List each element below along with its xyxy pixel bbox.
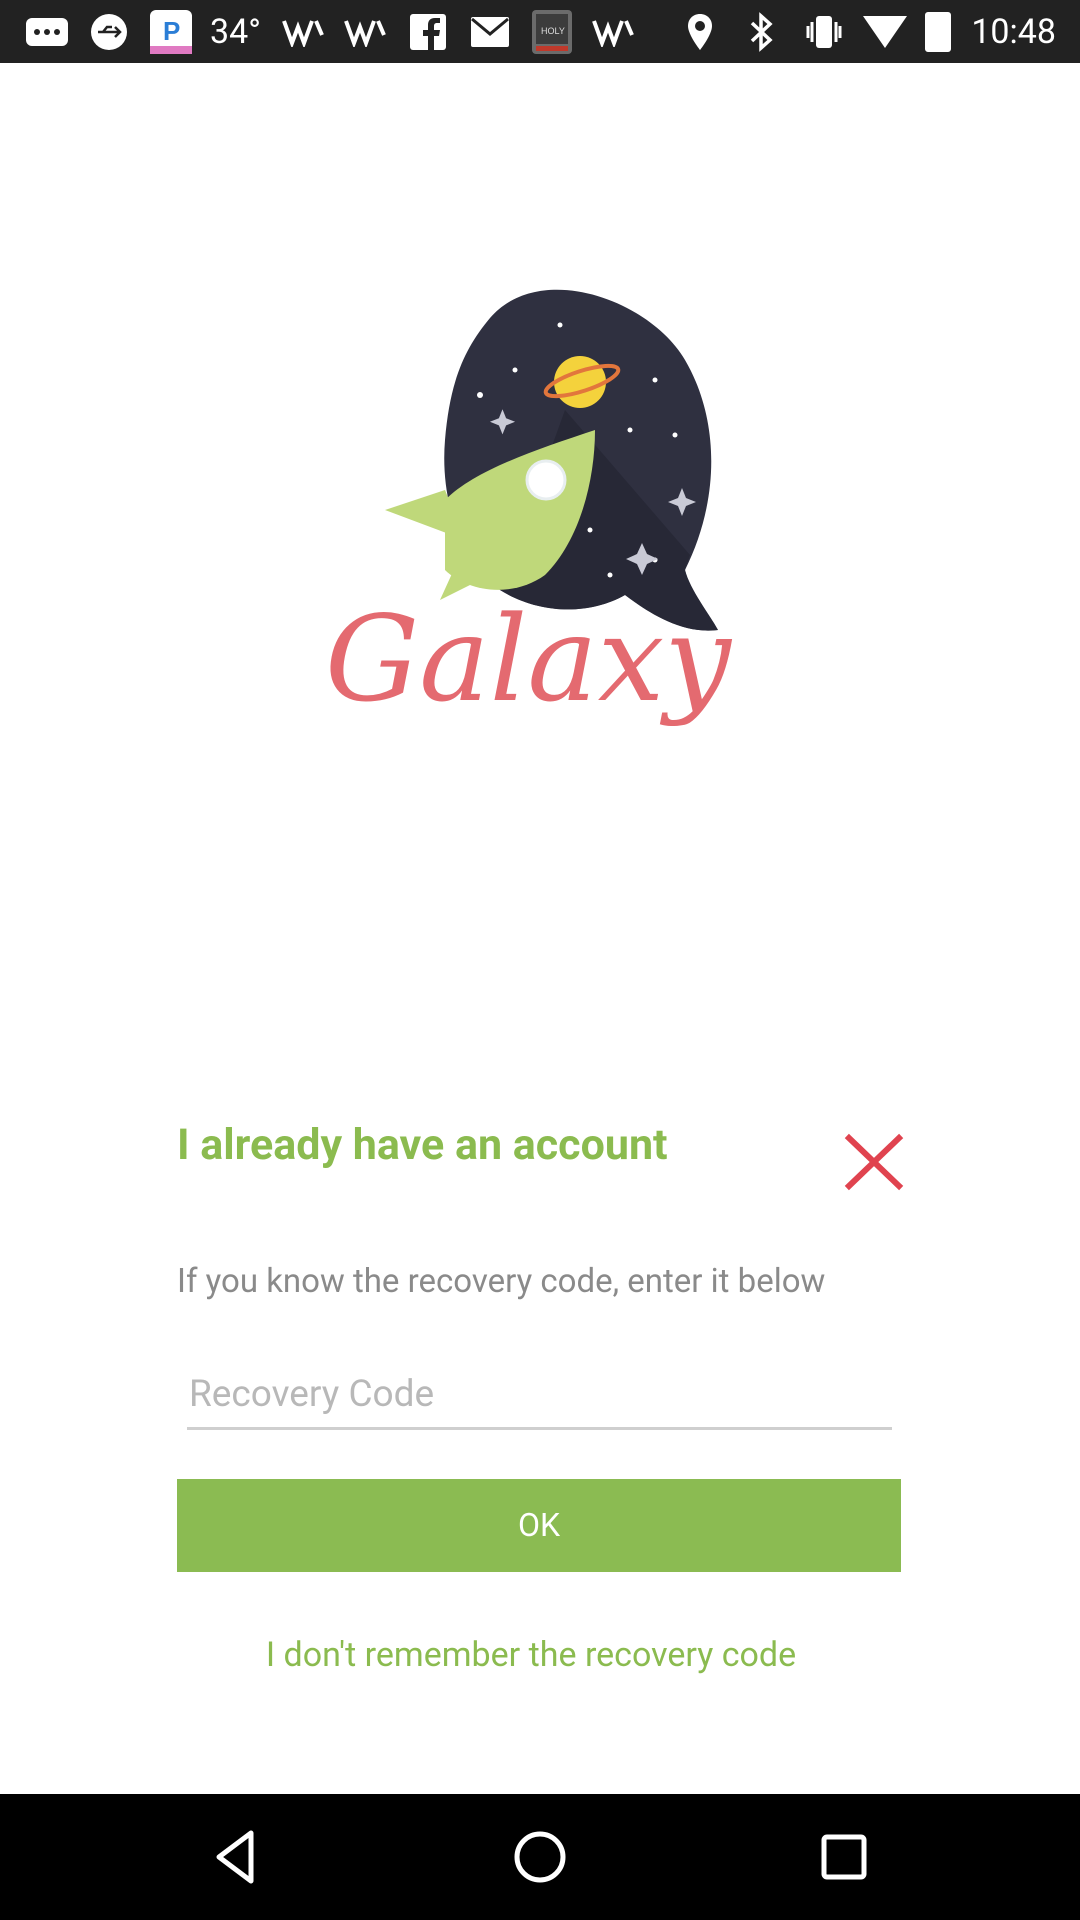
- facebook-icon: [405, 9, 451, 55]
- svg-text:HOLY: HOLY: [541, 26, 565, 36]
- recents-button[interactable]: [812, 1825, 876, 1889]
- home-icon: [514, 1831, 566, 1883]
- close-icon: [844, 1133, 904, 1191]
- recovery-code-input[interactable]: [187, 1368, 892, 1430]
- back-button[interactable]: [205, 1825, 269, 1889]
- bible-icon: HOLY: [529, 9, 575, 55]
- ok-button[interactable]: OK: [177, 1479, 901, 1572]
- status-bar-left: P 34° HOLY: [24, 0, 653, 63]
- dialog-subtitle: If you know the recovery code, enter it …: [177, 1262, 826, 1301]
- usb-icon: [86, 9, 132, 55]
- signal-w-icon: [343, 9, 389, 55]
- close-button[interactable]: [843, 1132, 905, 1192]
- bluetooth-icon: [739, 9, 785, 55]
- recents-icon: [821, 1834, 867, 1880]
- gmail-icon: [467, 9, 513, 55]
- battery-icon: [925, 11, 952, 52]
- status-bar: P 34° HOLY 10:48: [0, 0, 1080, 63]
- dialog-title: I already have an account: [177, 1120, 668, 1170]
- temperature-label: 34°: [210, 11, 261, 52]
- galaxy-logo: Galaxy: [300, 270, 780, 770]
- signal-w-icon: [281, 9, 327, 55]
- logo-text: Galaxy: [325, 590, 732, 728]
- pandora-icon: P: [148, 9, 194, 55]
- svg-text:P: P: [163, 16, 180, 46]
- back-icon: [216, 1830, 254, 1884]
- signal-w-icon: [591, 9, 637, 55]
- wifi-icon: [863, 15, 908, 48]
- navigation-bar: [0, 1794, 1080, 1920]
- clock: 10:48: [971, 11, 1056, 52]
- location-icon: [677, 9, 723, 55]
- more-icon: [24, 9, 70, 55]
- vibrate-icon: [801, 9, 847, 55]
- home-button[interactable]: [508, 1825, 572, 1889]
- galaxy-logo-graphic: Galaxy: [325, 289, 732, 728]
- status-bar-right: 10:48: [677, 0, 1056, 63]
- forgot-recovery-code-link[interactable]: I don't remember the recovery code: [0, 1635, 1062, 1675]
